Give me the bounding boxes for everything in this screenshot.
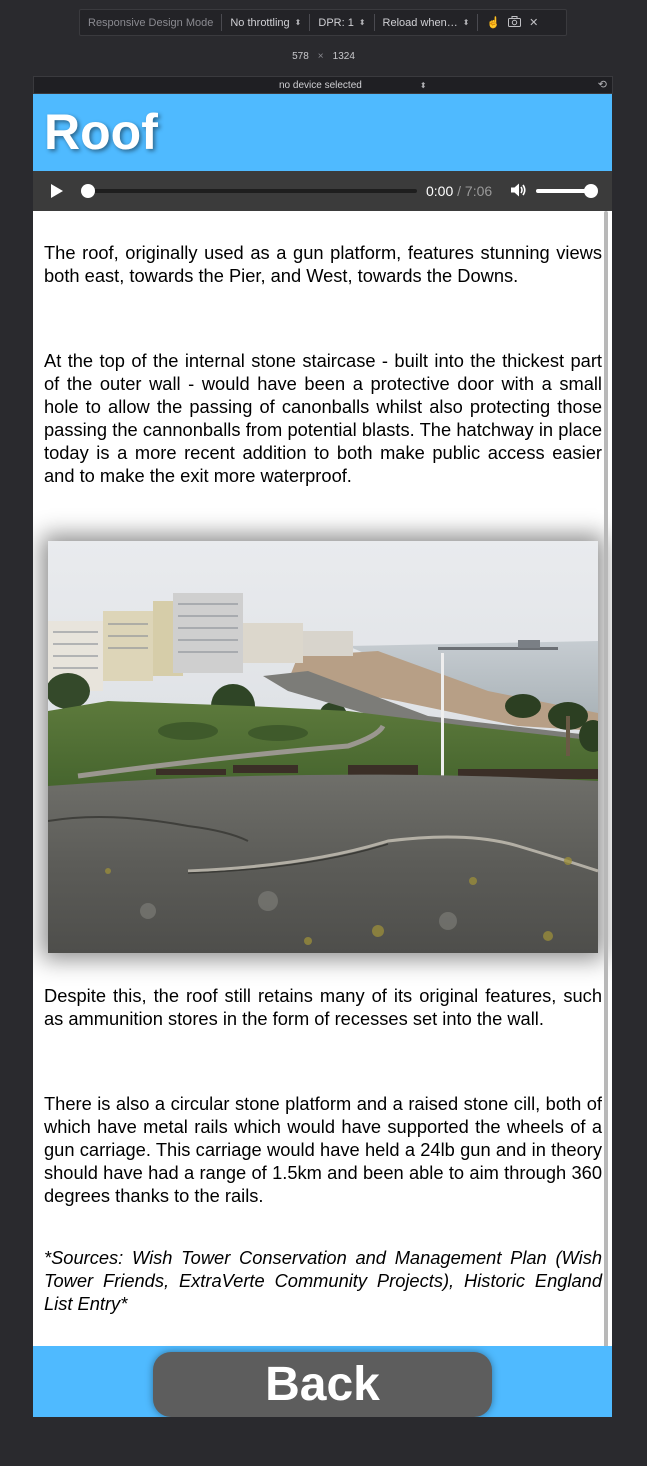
toolbar-icons: ☝ ✕ [478, 15, 546, 30]
volume-thumb[interactable] [584, 184, 598, 198]
back-button[interactable]: Back [153, 1352, 492, 1417]
scrollbar[interactable] [604, 211, 608, 1386]
page-viewport: Roof 0:00 / 7:06 The roof, originally us… [33, 94, 612, 1417]
sources-note: *Sources: Wish Tower Conservation and Ma… [44, 1247, 602, 1314]
page-title: Roof [44, 104, 158, 160]
roof-view-photo [48, 541, 598, 953]
device-selector-bar: no device selected ⬍ ⟲ [33, 76, 613, 94]
volume-icon[interactable] [509, 181, 527, 199]
reload-select[interactable]: Reload when… ⬍ [375, 17, 478, 29]
throttling-select[interactable]: No throttling ⬍ [222, 17, 309, 29]
screenshot-icon[interactable] [508, 15, 522, 30]
seek-thumb[interactable] [81, 184, 95, 198]
select-arrows-icon: ⬍ [462, 18, 470, 27]
paragraph: Despite this, the roof still retains man… [44, 985, 602, 1029]
total-time: / 7:06 [457, 183, 493, 199]
touch-simulation-icon[interactable]: ☝ [486, 16, 500, 29]
viewport-height[interactable]: 1324 [333, 51, 355, 62]
paragraph: The roof, originally used as a gun platf… [44, 242, 602, 286]
select-arrows-icon: ⬍ [419, 81, 427, 90]
rotate-device-icon[interactable]: ⟲ [598, 78, 607, 91]
device-select-value: no device selected [279, 80, 362, 91]
time-display: 0:00 / 7:06 [426, 183, 492, 199]
select-arrows-icon: ⬍ [294, 18, 302, 27]
responsive-design-toolbar: Responsive Design Mode No throttling ⬍ D… [79, 9, 567, 36]
play-button[interactable] [51, 184, 63, 198]
current-time: 0:00 [426, 183, 454, 199]
rdm-title: Responsive Design Mode [88, 16, 214, 29]
select-arrows-icon: ⬍ [358, 18, 366, 27]
seek-bar[interactable] [85, 189, 417, 193]
dpr-value: DPR: 1 [318, 16, 354, 29]
reload-value: Reload when… [382, 16, 458, 29]
viewport-dimensions: 578 × 1324 [0, 51, 647, 62]
page-footer: Back [33, 1346, 612, 1417]
close-icon[interactable]: ✕ [529, 16, 538, 29]
viewport-width[interactable]: 578 [292, 51, 309, 62]
dimension-separator: × [317, 51, 324, 62]
paragraph: There is also a circular stone platform … [44, 1093, 602, 1206]
audio-player: 0:00 / 7:06 [33, 171, 612, 211]
page-header: Roof [33, 94, 612, 171]
paragraph: At the top of the internal stone stairca… [44, 350, 602, 486]
device-select[interactable]: no device selected ⬍ [279, 80, 427, 91]
dpr-select[interactable]: DPR: 1 ⬍ [310, 17, 373, 29]
throttling-value: No throttling [230, 16, 290, 29]
